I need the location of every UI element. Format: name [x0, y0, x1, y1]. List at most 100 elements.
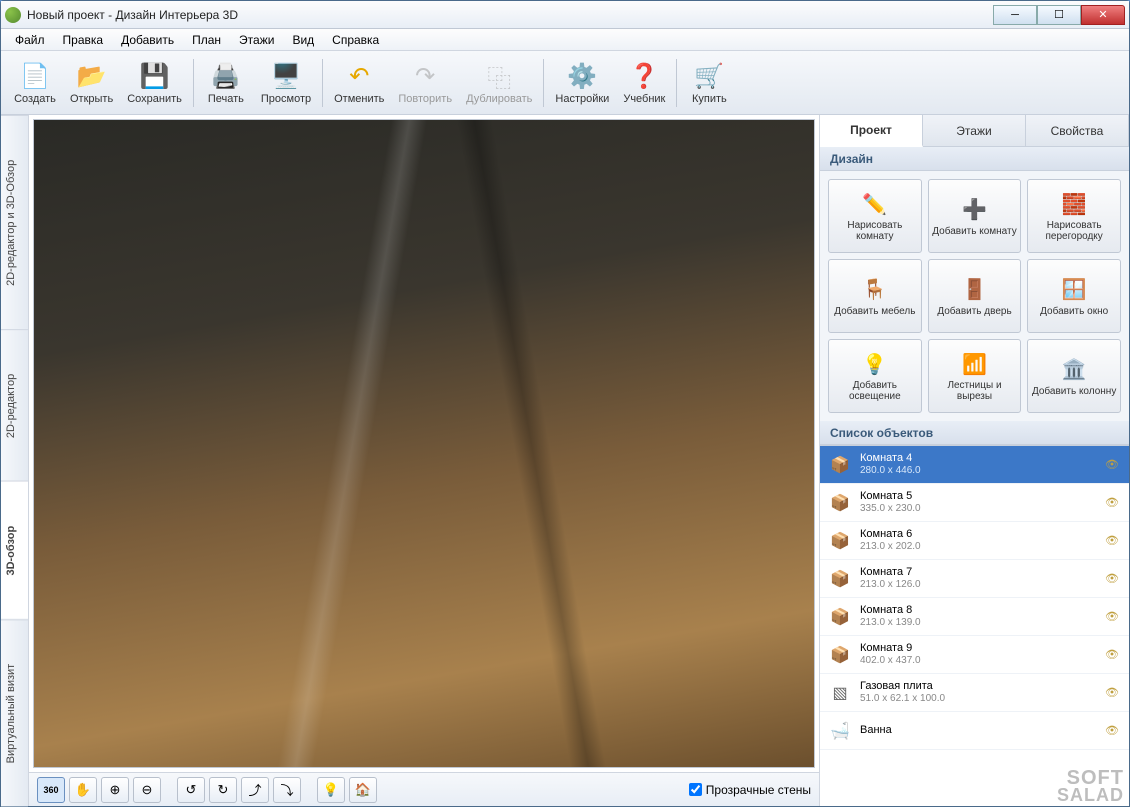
- zoom-out-button[interactable]: ⊖: [133, 777, 161, 803]
- add-furniture-button[interactable]: 🪑Добавить мебель: [828, 259, 922, 333]
- menu-file[interactable]: Файл: [7, 31, 53, 49]
- object-icon: 📦: [828, 567, 852, 591]
- visibility-icon[interactable]: 👁: [1105, 610, 1121, 623]
- menu-floors[interactable]: Этажи: [231, 31, 282, 49]
- print-icon: 🖨️: [210, 61, 242, 93]
- tilt-up-button[interactable]: ⤴: [241, 777, 269, 803]
- maximize-button[interactable]: ☐: [1037, 5, 1081, 25]
- separator: [322, 59, 323, 107]
- object-item[interactable]: ▧ Газовая плита 51.0 x 62.1 x 100.0 👁: [820, 674, 1129, 712]
- add-window-button[interactable]: 🪟Добавить окно: [1027, 259, 1121, 333]
- object-dimensions: 213.0 x 202.0: [860, 541, 1105, 553]
- menu-help[interactable]: Справка: [324, 31, 387, 49]
- visibility-icon[interactable]: 👁: [1105, 496, 1121, 509]
- object-item[interactable]: 📦 Комната 9 402.0 x 437.0 👁: [820, 636, 1129, 674]
- object-dimensions: 213.0 x 126.0: [860, 579, 1105, 591]
- object-dimensions: 402.0 x 437.0: [860, 655, 1105, 667]
- object-item[interactable]: 📦 Комната 6 213.0 x 202.0 👁: [820, 522, 1129, 560]
- buy-button[interactable]: 🛒Купить: [681, 54, 737, 112]
- tutorial-button[interactable]: ❓Учебник: [616, 54, 672, 112]
- object-dimensions: 280.0 x 446.0: [860, 465, 1105, 477]
- duplicate-button[interactable]: ⿻Дублировать: [459, 54, 539, 112]
- add-door-button[interactable]: 🚪Добавить дверь: [928, 259, 1022, 333]
- home-icon: 🏠: [355, 782, 371, 798]
- zoom-in-icon: ⊕: [110, 782, 121, 798]
- zoom-in-button[interactable]: ⊕: [101, 777, 129, 803]
- object-icon: ▧: [828, 681, 852, 705]
- redo-button[interactable]: ↷Повторить: [391, 54, 459, 112]
- tab-floors[interactable]: Этажи: [923, 115, 1026, 146]
- titlebar: Новый проект - Дизайн Интерьера 3D ─ ☐ ✕: [1, 1, 1129, 29]
- menu-plan[interactable]: План: [184, 31, 229, 49]
- tilt-down-button[interactable]: ⤵: [273, 777, 301, 803]
- rotate-left-icon: ↺: [186, 782, 197, 798]
- home-view-button[interactable]: 🏠: [349, 777, 377, 803]
- draw-room-button[interactable]: ✏️Нарисовать комнату: [828, 179, 922, 253]
- object-name: Комната 6: [860, 528, 1105, 541]
- visibility-icon[interactable]: 👁: [1105, 458, 1121, 471]
- pencil-icon: ✏️: [861, 190, 889, 218]
- object-icon: 📦: [828, 529, 852, 553]
- tab-properties[interactable]: Свойства: [1026, 115, 1129, 146]
- object-name: Комната 9: [860, 642, 1105, 655]
- tab-2d-editor[interactable]: 2D-редактор: [1, 329, 28, 481]
- design-section-header: Дизайн: [820, 147, 1129, 171]
- add-room-icon: ➕: [960, 196, 988, 224]
- settings-button[interactable]: ⚙️Настройки: [548, 54, 616, 112]
- object-name: Комната 4: [860, 452, 1105, 465]
- chair-icon: 🪑: [861, 276, 889, 304]
- preview-button[interactable]: 🖥️Просмотр: [254, 54, 318, 112]
- minimize-button[interactable]: ─: [993, 5, 1037, 25]
- draw-partition-button[interactable]: 🧱Нарисовать перегородку: [1027, 179, 1121, 253]
- redo-icon: ↷: [409, 61, 441, 93]
- undo-button[interactable]: ↶Отменить: [327, 54, 391, 112]
- 3d-viewport[interactable]: [33, 119, 815, 768]
- open-folder-icon: 📂: [76, 61, 108, 93]
- object-name: Комната 7: [860, 566, 1105, 579]
- duplicate-icon: ⿻: [483, 61, 515, 93]
- close-button[interactable]: ✕: [1081, 5, 1125, 25]
- visibility-icon[interactable]: 👁: [1105, 534, 1121, 547]
- object-item[interactable]: 📦 Комната 5 335.0 x 230.0 👁: [820, 484, 1129, 522]
- visibility-icon[interactable]: 👁: [1105, 648, 1121, 661]
- rotate-right-button[interactable]: ↻: [209, 777, 237, 803]
- object-item[interactable]: 📦 Комната 8 213.0 x 139.0 👁: [820, 598, 1129, 636]
- print-button[interactable]: 🖨️Печать: [198, 54, 254, 112]
- object-item[interactable]: 📦 Комната 4 280.0 x 446.0 👁: [820, 446, 1129, 484]
- menu-add[interactable]: Добавить: [113, 31, 182, 49]
- help-icon: ❓: [628, 61, 660, 93]
- rotate-left-button[interactable]: ↺: [177, 777, 205, 803]
- object-dimensions: 335.0 x 230.0: [860, 503, 1105, 515]
- monitor-icon: 🖥️: [270, 61, 302, 93]
- door-icon: 🚪: [960, 276, 988, 304]
- light-toggle-button[interactable]: 💡: [317, 777, 345, 803]
- open-button[interactable]: 📂Открыть: [63, 54, 120, 112]
- object-item[interactable]: 📦 Комната 7 213.0 x 126.0 👁: [820, 560, 1129, 598]
- menu-edit[interactable]: Правка: [55, 31, 112, 49]
- pan-button[interactable]: ✋: [69, 777, 97, 803]
- transparent-walls-checkbox[interactable]: [689, 783, 702, 796]
- object-icon: 📦: [828, 643, 852, 667]
- tab-virtual-visit[interactable]: Виртуальный визит: [1, 619, 28, 806]
- object-name: Газовая плита: [860, 680, 1105, 693]
- create-button[interactable]: 📄Создать: [7, 54, 63, 112]
- menu-view[interactable]: Вид: [284, 31, 322, 49]
- tab-2d-and-3d[interactable]: 2D-редактор и 3D-Обзор: [1, 115, 28, 329]
- object-dimensions: 213.0 x 139.0: [860, 617, 1105, 629]
- tab-3d-view[interactable]: 3D-обзор: [1, 481, 28, 619]
- add-column-button[interactable]: 🏛️Добавить колонну: [1027, 339, 1121, 413]
- view-360-button[interactable]: 360: [37, 777, 65, 803]
- visibility-icon[interactable]: 👁: [1105, 572, 1121, 585]
- add-light-button[interactable]: 💡Добавить освещение: [828, 339, 922, 413]
- object-list[interactable]: 📦 Комната 4 280.0 x 446.0 👁 📦 Комната 5 …: [820, 445, 1129, 806]
- tab-project[interactable]: Проект: [820, 115, 923, 147]
- object-item[interactable]: 🛁 Ванна 👁: [820, 712, 1129, 750]
- stairs-button[interactable]: 📶Лестницы и вырезы: [928, 339, 1022, 413]
- visibility-icon[interactable]: 👁: [1105, 724, 1121, 737]
- add-room-button[interactable]: ➕Добавить комнату: [928, 179, 1022, 253]
- view-toolbar: 360 ✋ ⊕ ⊖ ↺ ↻ ⤴ ⤵ 💡 🏠 Прозрачные стены: [29, 772, 819, 806]
- save-button[interactable]: 💾Сохранить: [120, 54, 189, 112]
- transparent-walls-check[interactable]: Прозрачные стены: [689, 783, 811, 797]
- separator: [193, 59, 194, 107]
- visibility-icon[interactable]: 👁: [1105, 686, 1121, 699]
